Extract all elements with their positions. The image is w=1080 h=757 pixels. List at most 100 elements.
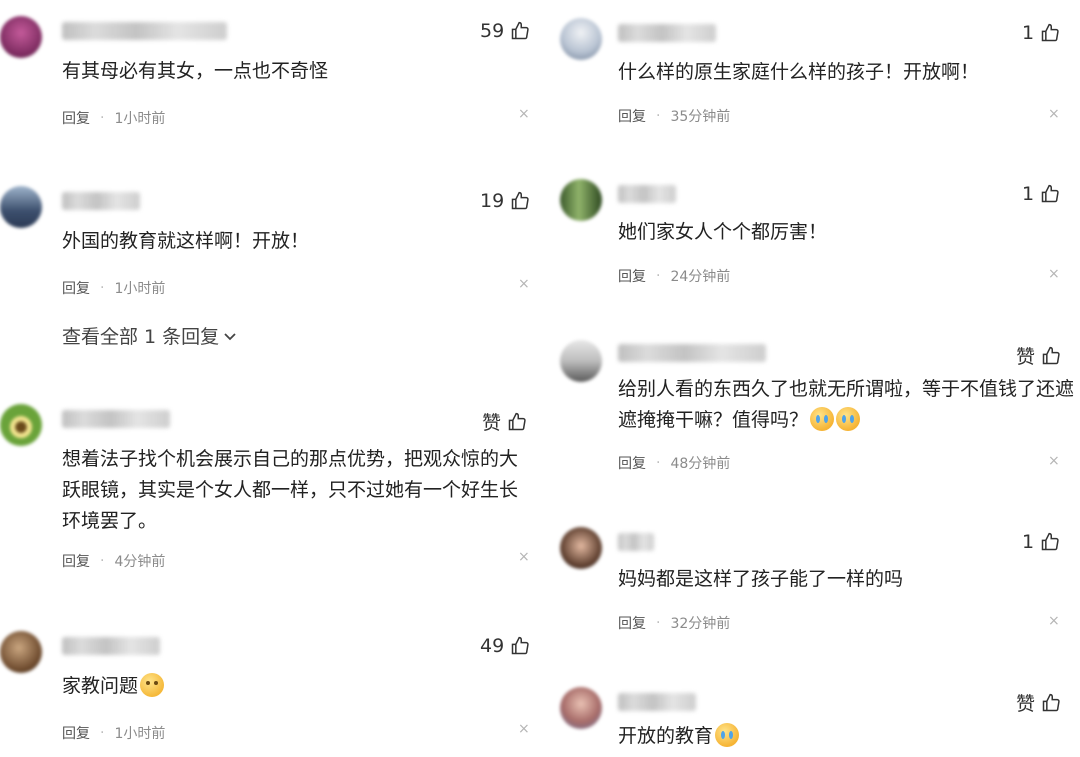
like-count: 59 bbox=[480, 20, 505, 42]
comment-text: 妈妈都是这样了孩子能了一样的吗 bbox=[618, 564, 903, 595]
chevron-down-icon bbox=[224, 332, 236, 340]
like-count: 1 bbox=[1022, 531, 1035, 553]
like-count: 1 bbox=[1022, 22, 1035, 44]
comment-text: 开放的教育 bbox=[618, 721, 740, 752]
comment-text-line: 跃眼镜，其实是个女人都一样，只不过她有一个好生长 bbox=[62, 479, 519, 501]
comment-meta: 回复 · 1小时前 bbox=[62, 278, 165, 298]
thumbs-up-icon bbox=[1041, 532, 1059, 551]
close-icon[interactable]: × bbox=[518, 549, 530, 565]
avatar[interactable] bbox=[560, 179, 602, 221]
comment-text-line: 她们家女人个个都厉害！ bbox=[618, 221, 828, 243]
timestamp: 24分钟前 bbox=[670, 269, 731, 285]
avatar[interactable] bbox=[0, 631, 42, 673]
username-blurred[interactable] bbox=[618, 344, 766, 362]
comment-text: 给别人看的东西久了也就无所谓啦，等于不值钱了还遮 遮掩掩干嘛？值得吗？ bbox=[618, 374, 1074, 436]
comment-meta: 回复 · 1小时前 bbox=[62, 108, 165, 128]
reply-button[interactable]: 回复 bbox=[618, 106, 646, 126]
thumbs-up-icon bbox=[511, 636, 529, 655]
timestamp: 1小时前 bbox=[114, 281, 166, 297]
thumbs-up-icon bbox=[1041, 23, 1059, 42]
like-button[interactable]: 1 bbox=[1022, 531, 1060, 553]
reply-button[interactable]: 回复 bbox=[618, 613, 646, 633]
like-count: 赞 bbox=[1016, 346, 1036, 368]
close-icon[interactable]: × bbox=[518, 276, 530, 292]
separator-dot: · bbox=[100, 110, 105, 126]
close-icon[interactable]: × bbox=[1048, 106, 1060, 122]
thumbs-up-icon bbox=[1041, 184, 1059, 203]
reply-button[interactable]: 回复 bbox=[62, 108, 90, 128]
like-button[interactable]: 49 bbox=[480, 635, 530, 657]
crying-emoji-icon bbox=[715, 723, 740, 747]
timestamp: 1小时前 bbox=[114, 111, 166, 127]
comment-text: 什么样的原生家庭什么样的孩子！开放啊！ bbox=[618, 57, 979, 88]
thumbs-up-icon bbox=[511, 21, 529, 40]
like-button[interactable]: 赞 bbox=[1016, 342, 1061, 369]
reply-button[interactable]: 回复 bbox=[618, 266, 646, 286]
view-all-replies-link[interactable]: 查看全部 1 条回复 bbox=[62, 322, 237, 349]
like-count: 1 bbox=[1022, 183, 1035, 205]
avatar[interactable] bbox=[560, 527, 602, 569]
avatar[interactable] bbox=[560, 340, 602, 382]
username-blurred[interactable] bbox=[618, 693, 696, 711]
comment-meta: 回复 · 32分钟前 bbox=[618, 613, 730, 633]
reply-button[interactable]: 回复 bbox=[618, 453, 646, 473]
username-blurred[interactable] bbox=[618, 185, 676, 203]
close-icon[interactable]: × bbox=[518, 721, 530, 737]
username-blurred[interactable] bbox=[618, 24, 716, 42]
view-all-replies-label: 查看全部 1 条回复 bbox=[62, 326, 220, 348]
like-button[interactable]: 19 bbox=[480, 190, 530, 212]
username-blurred[interactable] bbox=[618, 533, 654, 551]
timestamp: 35分钟前 bbox=[670, 109, 731, 125]
comment-text-line: 有其母必有其女，一点也不奇怪 bbox=[62, 60, 329, 82]
comment-text-line: 给别人看的东西久了也就无所谓啦，等于不值钱了还遮 bbox=[618, 378, 1075, 400]
like-button[interactable]: 赞 bbox=[482, 408, 527, 435]
like-count: 49 bbox=[480, 635, 505, 657]
close-icon[interactable]: × bbox=[1048, 266, 1060, 282]
comment-meta: 回复 · 4分钟前 bbox=[62, 551, 165, 571]
username-blurred[interactable] bbox=[62, 637, 160, 655]
like-button[interactable]: 赞 bbox=[1016, 689, 1061, 716]
comment-text-line: 家教问题 bbox=[62, 671, 165, 702]
timestamp: 4分钟前 bbox=[114, 554, 166, 570]
comment-text-line: 妈妈都是这样了孩子能了一样的吗 bbox=[618, 568, 904, 590]
timestamp: 1小时前 bbox=[114, 726, 166, 742]
comment-text-line: 外国的教育就这样啊！开放！ bbox=[62, 230, 310, 252]
avatar[interactable] bbox=[0, 404, 42, 446]
username-blurred[interactable] bbox=[62, 192, 140, 210]
reply-button[interactable]: 回复 bbox=[62, 278, 90, 298]
comment-meta: 回复 · 24分钟前 bbox=[618, 266, 730, 286]
thumbs-up-icon bbox=[1042, 693, 1060, 711]
reply-button[interactable]: 回复 bbox=[62, 723, 90, 743]
close-icon[interactable]: × bbox=[1048, 613, 1060, 629]
close-icon[interactable]: × bbox=[518, 106, 530, 122]
like-button[interactable]: 59 bbox=[480, 20, 530, 42]
username-blurred[interactable] bbox=[62, 22, 227, 40]
like-count: 赞 bbox=[1016, 693, 1036, 715]
avatar[interactable] bbox=[0, 16, 42, 58]
separator-dot: · bbox=[100, 553, 105, 569]
comment-meta: 回复 · 35分钟前 bbox=[618, 106, 730, 126]
thinking-emoji-icon bbox=[140, 673, 165, 697]
comment-text: 她们家女人个个都厉害！ bbox=[618, 217, 827, 248]
reply-button[interactable]: 回复 bbox=[62, 551, 90, 571]
comment-text-span: 家教问题 bbox=[62, 675, 139, 697]
comment-text: 想着法子找个机会展示自己的那点优势，把观众惊的大 跃眼镜，其实是个女人都一样，只… bbox=[62, 444, 518, 537]
thumbs-up-icon bbox=[1042, 346, 1060, 364]
separator-dot: · bbox=[100, 725, 105, 741]
crying-emoji-icon bbox=[810, 407, 835, 431]
comment-text-line: 想着法子找个机会展示自己的那点优势，把观众惊的大 bbox=[62, 448, 519, 470]
username-blurred[interactable] bbox=[62, 410, 170, 428]
like-count: 赞 bbox=[482, 412, 502, 434]
close-icon[interactable]: × bbox=[1048, 453, 1060, 469]
like-button[interactable]: 1 bbox=[1022, 183, 1060, 205]
avatar[interactable] bbox=[560, 18, 602, 60]
comment-text-line: 环境罢了。 bbox=[62, 510, 158, 532]
like-button[interactable]: 1 bbox=[1022, 22, 1060, 44]
separator-dot: · bbox=[656, 108, 661, 124]
thumbs-up-icon bbox=[508, 412, 526, 430]
comment-text-line: 遮掩掩干嘛？值得吗？ bbox=[618, 405, 1074, 436]
avatar[interactable] bbox=[560, 687, 602, 729]
avatar[interactable] bbox=[0, 186, 42, 228]
comment-text-line: 开放的教育 bbox=[618, 721, 740, 752]
separator-dot: · bbox=[100, 280, 105, 296]
